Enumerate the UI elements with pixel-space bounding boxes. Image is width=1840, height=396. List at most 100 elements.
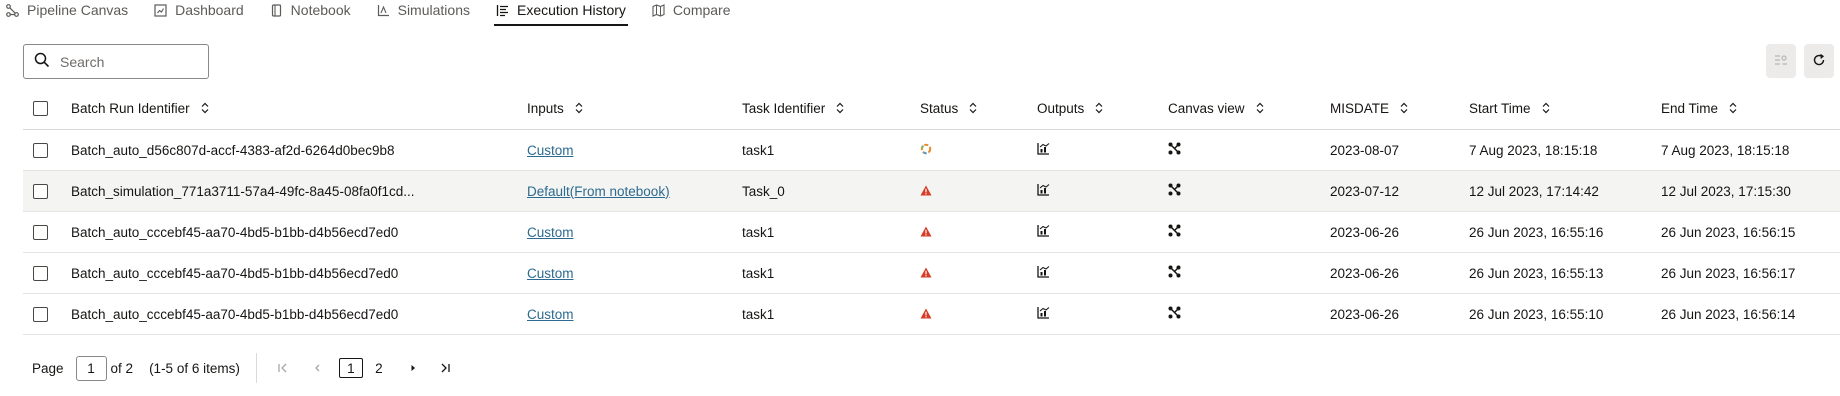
inputs-link[interactable]: Custom (527, 266, 574, 281)
outputs-chart-icon[interactable] (1037, 306, 1050, 322)
tab-label: Notebook (290, 2, 351, 18)
tab-execution-history[interactable]: Execution History (493, 0, 628, 26)
sort-icon[interactable] (1541, 102, 1551, 114)
sort-icon[interactable] (835, 102, 845, 114)
column-header-task[interactable]: Task Identifier (742, 87, 845, 129)
batch-id: Batch_auto_cccebf45-aa70-4bd5-b1bb-d4b56… (71, 224, 399, 240)
end-time: 7 Aug 2023, 18:15:18 (1661, 142, 1790, 158)
outputs-chart-icon[interactable] (1037, 224, 1050, 240)
outputs-chart-icon[interactable] (1037, 265, 1050, 281)
tab-notebook[interactable]: Notebook (268, 0, 353, 26)
first-page-icon[interactable] (273, 358, 293, 378)
inputs-cell: Custom (527, 253, 574, 293)
misdate: 2023-06-26 (1330, 265, 1400, 281)
sort-icon[interactable] (968, 102, 978, 114)
row-checkbox[interactable] (33, 306, 48, 322)
sort-icon[interactable] (1094, 102, 1104, 114)
error-status-icon (920, 307, 932, 322)
column-label: Outputs (1037, 100, 1085, 116)
outputs-chart-icon[interactable] (1037, 183, 1050, 199)
misdate: 2023-07-12 (1330, 183, 1400, 199)
task-id: task1 (742, 224, 775, 240)
sort-icon[interactable] (1255, 102, 1265, 114)
inputs-cell: Custom (527, 294, 574, 334)
canvas-view-cell (1168, 294, 1181, 334)
sort-icon[interactable] (200, 102, 210, 114)
status-cell (920, 212, 932, 252)
column-header-outputs[interactable]: Outputs (1037, 87, 1104, 129)
sort-icon[interactable] (574, 102, 584, 114)
search-box[interactable] (23, 44, 209, 79)
column-label: MISDATE (1330, 100, 1390, 116)
column-header-canvas-view[interactable]: Canvas view (1168, 87, 1265, 129)
row-select-cell (33, 253, 48, 293)
page-button-2[interactable]: 2 (367, 358, 391, 378)
table-row[interactable]: Batch_auto_cccebf45-aa70-4bd5-b1bb-d4b56… (23, 253, 1840, 294)
tab-pipeline-canvas[interactable]: Pipeline Canvas (4, 0, 130, 26)
error-status-icon (920, 225, 932, 240)
outputs-cell (1037, 253, 1050, 293)
canvas-view-cell (1168, 130, 1181, 170)
execution-history-table: Batch Run Identifier Inputs Task Identif… (23, 87, 1840, 335)
refresh-button[interactable] (1804, 44, 1834, 78)
pagination-divider (255, 353, 257, 383)
start-time: 26 Jun 2023, 16:55:13 (1469, 265, 1604, 281)
column-header-start-time[interactable]: Start Time (1469, 87, 1551, 129)
tab-dashboard[interactable]: Dashboard (152, 0, 246, 26)
inputs-link[interactable]: Custom (527, 143, 574, 158)
pipeline-icon (6, 3, 19, 17)
column-header-misdate[interactable]: MISDATE (1330, 87, 1409, 129)
page-count-label: of 2 (110, 360, 134, 376)
table-row[interactable]: Batch_simulation_771a3711-57a4-49fc-8a45… (23, 171, 1840, 212)
canvas-view-icon[interactable] (1168, 306, 1181, 322)
column-settings-button[interactable] (1766, 44, 1796, 78)
column-header-batch[interactable]: Batch Run Identifier (71, 87, 210, 129)
canvas-view-icon[interactable] (1168, 142, 1181, 158)
select-all-checkbox[interactable] (33, 100, 48, 116)
inputs-link[interactable]: Custom (527, 307, 574, 322)
inputs-link[interactable]: Custom (527, 225, 574, 240)
page-button-1[interactable]: 1 (338, 358, 363, 378)
page-label: Page (32, 360, 64, 376)
column-header-status[interactable]: Status (920, 87, 978, 129)
next-page-icon[interactable] (403, 358, 423, 378)
column-header-end-time[interactable]: End Time (1661, 87, 1738, 129)
table-row[interactable]: Batch_auto_cccebf45-aa70-4bd5-b1bb-d4b56… (23, 294, 1840, 335)
batch-id: Batch_auto_d56c807d-accf-4383-af2d-6264d… (71, 142, 395, 158)
canvas-view-icon[interactable] (1168, 224, 1181, 240)
tab-simulations[interactable]: Simulations (375, 0, 472, 26)
start-time: 26 Jun 2023, 16:55:16 (1469, 224, 1604, 240)
canvas-view-icon[interactable] (1168, 183, 1181, 199)
sort-icon[interactable] (1728, 102, 1738, 114)
batch-id: Batch_auto_cccebf45-aa70-4bd5-b1bb-d4b56… (71, 306, 399, 322)
row-checkbox[interactable] (33, 142, 48, 158)
outputs-cell (1037, 212, 1050, 252)
last-page-icon[interactable] (435, 358, 455, 378)
outputs-chart-icon[interactable] (1037, 142, 1050, 158)
inputs-link[interactable]: Default(From notebook) (527, 184, 670, 199)
canvas-view-cell (1168, 253, 1181, 293)
batch-id: Batch_simulation_771a3711-57a4-49fc-8a45… (71, 183, 415, 199)
inputs-cell: Custom (527, 212, 574, 252)
table-header: Batch Run Identifier Inputs Task Identif… (23, 87, 1840, 130)
column-label: Inputs (527, 100, 564, 116)
row-checkbox[interactable] (33, 224, 48, 240)
column-label: Start Time (1469, 100, 1531, 116)
start-time: 12 Jul 2023, 17:14:42 (1469, 183, 1599, 199)
row-checkbox[interactable] (33, 265, 48, 281)
tab-label: Pipeline Canvas (27, 2, 129, 18)
sort-icon[interactable] (1399, 102, 1409, 114)
column-label: Canvas view (1168, 100, 1245, 116)
start-time: 26 Jun 2023, 16:55:10 (1469, 306, 1604, 322)
table-row[interactable]: Batch_auto_d56c807d-accf-4383-af2d-6264d… (23, 130, 1840, 171)
row-select-cell (33, 130, 48, 170)
refresh-icon (1812, 53, 1826, 70)
previous-page-icon[interactable] (307, 358, 327, 378)
column-header-inputs[interactable]: Inputs (527, 87, 584, 129)
table-row[interactable]: Batch_auto_cccebf45-aa70-4bd5-b1bb-d4b56… (23, 212, 1840, 253)
canvas-view-icon[interactable] (1168, 265, 1181, 281)
row-checkbox[interactable] (33, 183, 48, 199)
page-number-input[interactable]: 1 (75, 355, 107, 381)
tab-compare[interactable]: Compare (650, 0, 733, 26)
search-input[interactable] (60, 53, 200, 70)
